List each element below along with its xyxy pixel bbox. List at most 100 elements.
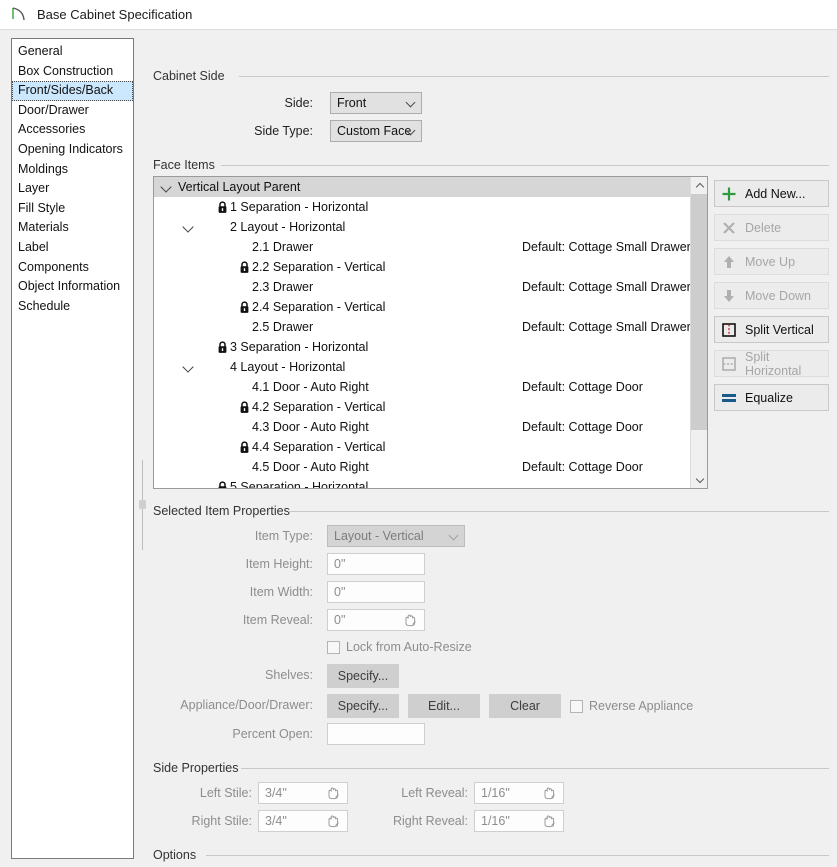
sidebar-item-accessories[interactable]: Accessories <box>12 120 133 140</box>
table-row[interactable]: 2.2 Separation - Vertical <box>154 257 707 277</box>
tree-item-default: Default: Cottage Door <box>522 460 643 474</box>
toolbar-button-label: Equalize <box>745 390 793 405</box>
category-list[interactable]: General Box Construction Front/Sides/Back D… <box>11 38 134 859</box>
table-row[interactable]: 4.3 Door - Auto Right Default: Cottage Do… <box>154 417 707 437</box>
equalize-button[interactable]: Equalize <box>714 384 829 411</box>
delete-button: Delete <box>714 214 829 241</box>
tree-item-label: 2.2 Separation - Vertical <box>252 260 386 274</box>
table-row[interactable]: Vertical Layout Parent <box>154 177 707 197</box>
sidebar-item-schedule[interactable]: Schedule <box>12 297 133 317</box>
sidebar-item-components[interactable]: Components <box>12 258 133 278</box>
options-rule <box>206 855 829 856</box>
table-row[interactable]: 4.5 Door - Auto Right Default: Cottage Do… <box>154 457 707 477</box>
add-new-button[interactable]: Add New... <box>714 180 829 207</box>
split-vertical-button[interactable]: Split Vertical <box>714 316 829 343</box>
split-horizontal-button: Split Horizontal <box>714 349 829 378</box>
table-row[interactable]: 4.2 Separation - Vertical <box>154 397 707 417</box>
tree-item-label: 3 Separation - Horizontal <box>230 340 369 354</box>
sidebar-item-opening-indicators[interactable]: Opening Indicators <box>12 140 133 160</box>
tree-item-label: 2 Layout - Horizontal <box>230 220 346 234</box>
table-row[interactable]: 4.1 Door - Auto Right Default: Cottage Do… <box>154 377 707 397</box>
table-row[interactable]: 4.4 Separation - Vertical <box>154 437 707 457</box>
table-row[interactable]: 1 Separation - Horizontal <box>154 197 707 217</box>
right-stile-label: Right Stile: <box>191 814 252 828</box>
sidebar-item-layer[interactable]: Layer <box>12 179 133 199</box>
panel-splitter[interactable] <box>139 460 146 550</box>
face-items-tree-rows[interactable]: Vertical Layout Parent 1 Separation - Hor… <box>154 177 707 489</box>
tree-item-label: 2.5 Drawer <box>252 320 314 334</box>
sidebar-item-materials[interactable]: Materials <box>12 218 133 238</box>
table-row[interactable]: 2.1 Drawer Default: Cottage Small Drawer <box>154 237 707 257</box>
sidebar-item-box-construction[interactable]: Box Construction <box>12 62 133 82</box>
move-up-button: Move Up <box>714 248 829 275</box>
dynamic-default-hand-icon[interactable] <box>541 813 558 833</box>
sidebar-item-fill-style[interactable]: Fill Style <box>12 199 133 219</box>
toolbar-button-label: Split Horizontal <box>745 349 802 378</box>
dynamic-default-hand-icon[interactable] <box>541 785 558 805</box>
dynamic-default-hand-icon[interactable] <box>402 612 419 632</box>
sidebar-item-front-sides-back[interactable]: Front/Sides/Back <box>12 81 133 101</box>
appliance-edit-button[interactable]: Edit... <box>408 694 480 718</box>
tree-item-label: 2.3 Drawer <box>252 280 314 294</box>
lock-auto-resize-label: Lock from Auto-Resize <box>346 640 472 654</box>
tree-item-default: Default: Cottage Door <box>522 380 643 394</box>
appliance-specify-button[interactable]: Specify... <box>327 694 399 718</box>
left-reveal-input[interactable]: 1/16" <box>474 782 564 804</box>
sidebar-item-label[interactable]: Label <box>12 238 133 258</box>
table-row[interactable]: 2 Layout - Horizontal <box>154 217 707 237</box>
table-row[interactable]: 2.3 Drawer Default: Cottage Small Drawer <box>154 277 707 297</box>
window-title: Base Cabinet Specification <box>37 7 193 22</box>
item-reveal-value: 0" <box>334 613 346 627</box>
lock-auto-resize-checkbox[interactable]: Lock from Auto-Resize <box>327 640 472 654</box>
chevron-down-icon[interactable] <box>182 221 194 233</box>
tree-item-default: Default: Cottage Small Drawer <box>522 280 691 294</box>
scroll-down-arrow-icon[interactable] <box>691 471 707 488</box>
percent-open-input[interactable] <box>327 723 425 745</box>
face-items-tree[interactable]: Vertical Layout Parent 1 Separation - Hor… <box>153 176 708 489</box>
sidebar-item-object-information[interactable]: Object Information <box>12 277 133 297</box>
chevron-down-icon[interactable] <box>182 361 194 373</box>
splitter-grip[interactable] <box>139 500 146 509</box>
selected-item-legend: Selected Item Properties <box>153 504 296 518</box>
selected-item-rule <box>288 511 829 512</box>
sidebar-item-door-drawer[interactable]: Door/Drawer <box>12 101 133 121</box>
table-row[interactable]: 2.5 Drawer Default: Cottage Small Drawer <box>154 317 707 337</box>
toolbar-button-label: Move Down <box>745 288 811 303</box>
reverse-appliance-checkbox[interactable]: Reverse Appliance <box>570 699 693 713</box>
side-dropdown[interactable]: Front <box>330 92 422 114</box>
dynamic-default-hand-icon[interactable] <box>325 813 342 833</box>
right-stile-input[interactable]: 3/4" <box>258 810 348 832</box>
tree-item-label: 4.2 Separation - Vertical <box>252 400 386 414</box>
table-row[interactable]: 3 Separation - Horizontal <box>154 337 707 357</box>
appliance-clear-label: Clear <box>510 699 540 713</box>
tree-item-label: 2.4 Separation - Vertical <box>252 300 386 314</box>
appliance-clear-button[interactable]: Clear <box>489 694 561 718</box>
tree-scrollbar[interactable] <box>690 177 707 488</box>
shelves-label: Shelves: <box>265 668 313 682</box>
table-row[interactable]: 4 Layout - Horizontal <box>154 357 707 377</box>
item-height-input[interactable]: 0" <box>327 553 425 575</box>
right-reveal-label: Right Reveal: <box>392 814 468 828</box>
item-type-dropdown[interactable]: Layout - Vertical <box>327 525 465 547</box>
sidebar-item-general[interactable]: General <box>12 42 133 62</box>
right-reveal-value: 1/16" <box>481 814 510 828</box>
item-width-input[interactable]: 0" <box>327 581 425 603</box>
scroll-up-arrow-icon[interactable] <box>691 177 707 194</box>
shelves-specify-button[interactable]: Specify... <box>327 664 399 688</box>
side-type-dropdown[interactable]: Custom Face <box>330 120 422 142</box>
left-stile-value: 3/4" <box>265 786 287 800</box>
right-reveal-input[interactable]: 1/16" <box>474 810 564 832</box>
checkbox-box <box>327 640 340 654</box>
tree-item-label: 5 Separation - Horizontal <box>230 480 369 489</box>
tree-item-label: 4.4 Separation - Vertical <box>252 440 386 454</box>
sidebar-item-moldings[interactable]: Moldings <box>12 160 133 180</box>
left-stile-input[interactable]: 3/4" <box>258 782 348 804</box>
table-row[interactable]: 5 Separation - Horizontal <box>154 477 707 489</box>
item-reveal-input[interactable]: 0" <box>327 609 425 631</box>
dynamic-default-hand-icon[interactable] <box>325 785 342 805</box>
table-row[interactable]: 2.4 Separation - Vertical <box>154 297 707 317</box>
item-type-value: Layout - Vertical <box>334 529 424 543</box>
scrollbar-thumb[interactable] <box>691 194 707 430</box>
tree-item-label: 4 Layout - Horizontal <box>230 360 346 374</box>
chevron-down-icon[interactable] <box>160 181 172 193</box>
